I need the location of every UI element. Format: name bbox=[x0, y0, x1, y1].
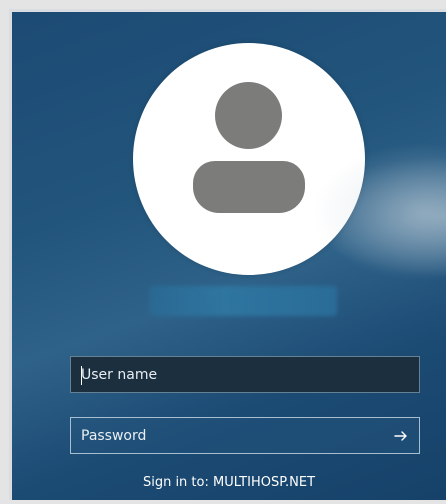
user-silhouette-icon bbox=[215, 82, 282, 149]
username-field[interactable] bbox=[70, 356, 420, 393]
text-caret bbox=[81, 366, 82, 385]
user-silhouette-body bbox=[193, 161, 305, 213]
screenshot-frame: Sign in to: MULTIHOSP.NET bbox=[9, 9, 446, 500]
arrow-right-icon bbox=[394, 430, 407, 441]
sign-in-domain-text: Sign in to: MULTIHOSP.NET bbox=[142, 475, 316, 490]
submit-button[interactable] bbox=[383, 418, 419, 453]
username-input[interactable] bbox=[71, 357, 419, 392]
login-screen: Sign in to: MULTIHOSP.NET bbox=[12, 12, 446, 500]
user-avatar bbox=[133, 43, 365, 275]
password-field[interactable] bbox=[70, 417, 420, 454]
redacted-username bbox=[149, 286, 337, 316]
password-input[interactable] bbox=[71, 418, 383, 453]
